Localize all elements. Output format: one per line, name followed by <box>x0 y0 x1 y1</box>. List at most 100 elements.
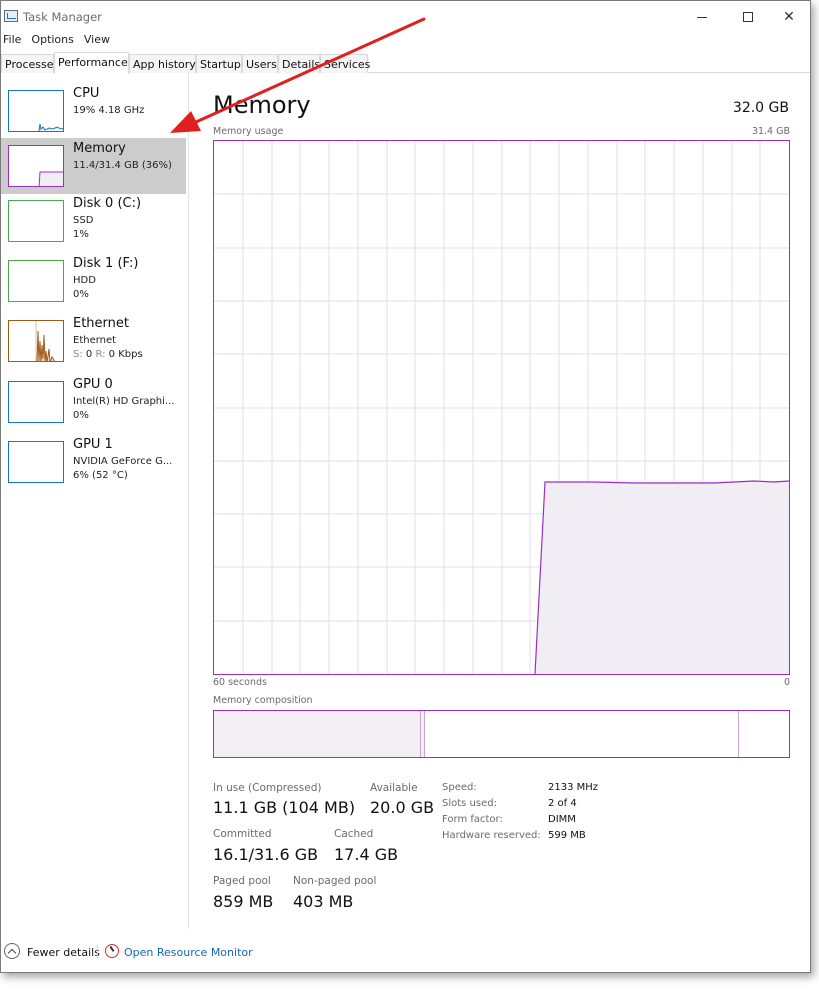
task-manager-window: Task Manager ✕ File Options View Process… <box>0 0 811 973</box>
sidebar-item-ethernet[interactable]: Ethernet Ethernet S: 0 R: 0 Kbps <box>1 313 186 369</box>
non-paged-pool-value: 403 MB <box>293 892 354 911</box>
composition-in-use[interactable] <box>214 711 420 757</box>
sidebar-item-label: Memory <box>73 141 126 156</box>
cpu-thumbnail-svg <box>38 123 63 131</box>
minimize-button[interactable] <box>679 1 725 33</box>
composition-modified[interactable] <box>420 711 425 757</box>
memory-composition-bar[interactable] <box>213 710 790 758</box>
cached-label: Cached <box>334 828 374 840</box>
menu-file[interactable]: File <box>1 33 25 49</box>
sidebar-item-label: Ethernet <box>73 316 129 331</box>
memory-thumbnail-svg <box>38 171 63 186</box>
sidebar-item-throughput: S: 0 R: 0 Kbps <box>73 349 143 360</box>
sidebar-item-cpu[interactable]: CPU 19% 4.18 GHz <box>1 83 186 139</box>
footer-bar: Fewer details Open Resource Monitor <box>1 929 810 972</box>
gpu-1-thumbnail-graph <box>8 441 64 483</box>
slots-used-label: Slots used: <box>442 798 497 809</box>
memory-thumbnail-graph <box>8 145 64 187</box>
non-paged-pool-label: Non-paged pool <box>293 875 377 887</box>
resource-sidebar: CPU 19% 4.18 GHz Memory 11.4/31.4 GB (36… <box>1 73 189 929</box>
gpu-0-thumbnail-graph <box>8 381 64 423</box>
sidebar-item-label: CPU <box>73 86 100 101</box>
cpu-thumbnail-graph <box>8 90 64 132</box>
sidebar-item-label: GPU 0 <box>73 377 113 392</box>
tab-strip: Processes Performance App history Startu… <box>1 52 810 74</box>
hardware-reserved-value: 599 MB <box>548 830 586 841</box>
sidebar-item-gpu-0[interactable]: GPU 0 Intel(R) HD Graphi... 0% <box>1 374 186 430</box>
sidebar-item-detail: 19% 4.18 GHz <box>73 105 145 116</box>
ethernet-thumbnail-svg <box>35 321 55 361</box>
form-factor-label: Form factor: <box>442 814 503 825</box>
slots-used-value: 2 of 4 <box>548 798 577 809</box>
maximize-icon <box>743 12 753 22</box>
task-manager-icon <box>4 10 18 22</box>
tab-startup[interactable]: Startup <box>196 54 242 73</box>
resource-monitor-icon[interactable] <box>105 944 119 958</box>
speed-label: Speed: <box>442 782 477 793</box>
tab-users[interactable]: Users <box>242 54 278 73</box>
tab-performance[interactable]: Performance <box>54 52 129 74</box>
maximize-button[interactable] <box>725 1 771 33</box>
in-use-value: 11.1 GB (104 MB) <box>213 798 356 817</box>
sidebar-item-gpu-1[interactable]: GPU 1 NVIDIA GeForce G... 6% (52 °C) <box>1 434 186 490</box>
sidebar-item-detail: Ethernet <box>73 335 117 346</box>
receive-value: 0 Kbps <box>108 349 143 360</box>
sidebar-item-detail: HDD <box>73 275 96 286</box>
disk-1-thumbnail-graph <box>8 260 64 302</box>
tab-details[interactable]: Details <box>278 54 320 73</box>
receive-label: R: <box>95 349 106 360</box>
open-resource-monitor-link[interactable]: Open Resource Monitor <box>124 946 253 959</box>
close-button[interactable]: ✕ <box>766 1 810 33</box>
menu-options[interactable]: Options <box>29 33 77 49</box>
available-label: Available <box>370 782 418 794</box>
window-title: Task Manager <box>23 10 102 24</box>
paged-pool-value: 859 MB <box>213 892 274 911</box>
send-label: S: <box>73 349 83 360</box>
sidebar-item-disk-1[interactable]: Disk 1 (F:) HDD 0% <box>1 253 186 309</box>
memory-usage-graph <box>213 140 790 675</box>
sidebar-item-usage: 0% <box>73 410 89 421</box>
sidebar-item-usage: 1% <box>73 229 89 240</box>
sidebar-item-detail: NVIDIA GeForce G... <box>73 456 173 467</box>
sidebar-item-memory[interactable]: Memory 11.4/31.4 GB (36%) <box>1 138 186 194</box>
tab-app-history[interactable]: App history <box>129 54 196 73</box>
fewer-details-link[interactable]: Fewer details <box>27 946 100 959</box>
sidebar-item-detail: SSD <box>73 215 94 226</box>
sidebar-item-detail: Intel(R) HD Graphi... <box>73 396 175 407</box>
tab-processes[interactable]: Processes <box>1 54 59 73</box>
memory-composition-label: Memory composition <box>213 695 313 706</box>
available-value: 20.0 GB <box>370 798 435 817</box>
tab-services[interactable]: Services <box>320 54 370 73</box>
cached-value: 17.4 GB <box>334 845 399 864</box>
disk-0-thumbnail-graph <box>8 200 64 242</box>
sidebar-item-label: Disk 0 (C:) <box>73 196 142 211</box>
speed-value: 2133 MHz <box>548 782 599 793</box>
form-factor-value: DIMM <box>548 814 576 825</box>
footer-separator <box>97 945 98 959</box>
ethernet-thumbnail-graph <box>8 320 64 362</box>
title-bar[interactable]: Task Manager ✕ <box>1 1 810 33</box>
send-value: 0 <box>85 349 93 360</box>
hardware-reserved-label: Hardware reserved: <box>442 830 541 841</box>
minimize-icon <box>697 16 707 18</box>
paged-pool-label: Paged pool <box>213 875 271 887</box>
memory-usage-label: Memory usage <box>213 126 284 137</box>
sidebar-item-detail: 11.4/31.4 GB (36%) <box>73 160 172 171</box>
sidebar-item-usage: 0% <box>73 289 89 300</box>
committed-value: 16.1/31.6 GB <box>213 845 319 864</box>
menu-bar: File Options View <box>1 33 118 49</box>
committed-label: Committed <box>213 828 272 840</box>
graph-axis-right-label: 0 <box>783 677 790 688</box>
sidebar-item-label: GPU 1 <box>73 437 113 452</box>
in-use-label: In use (Compressed) <box>213 782 322 794</box>
sidebar-item-disk-0[interactable]: Disk 0 (C:) SSD 1% <box>1 193 186 249</box>
composition-standby-divider <box>738 711 739 757</box>
chevron-up-icon[interactable] <box>4 943 20 959</box>
memory-usage-area <box>535 481 789 674</box>
graph-axis-left-label: 60 seconds <box>213 677 267 688</box>
memory-panel: Memory 32.0 GB Memory usage 31.4 GB 60 s… <box>191 73 810 929</box>
memory-total: 32.0 GB <box>732 100 789 116</box>
page-title: Memory <box>213 91 311 119</box>
menu-view[interactable]: View <box>82 33 114 49</box>
memory-usage-max: 31.4 GB <box>751 126 790 137</box>
